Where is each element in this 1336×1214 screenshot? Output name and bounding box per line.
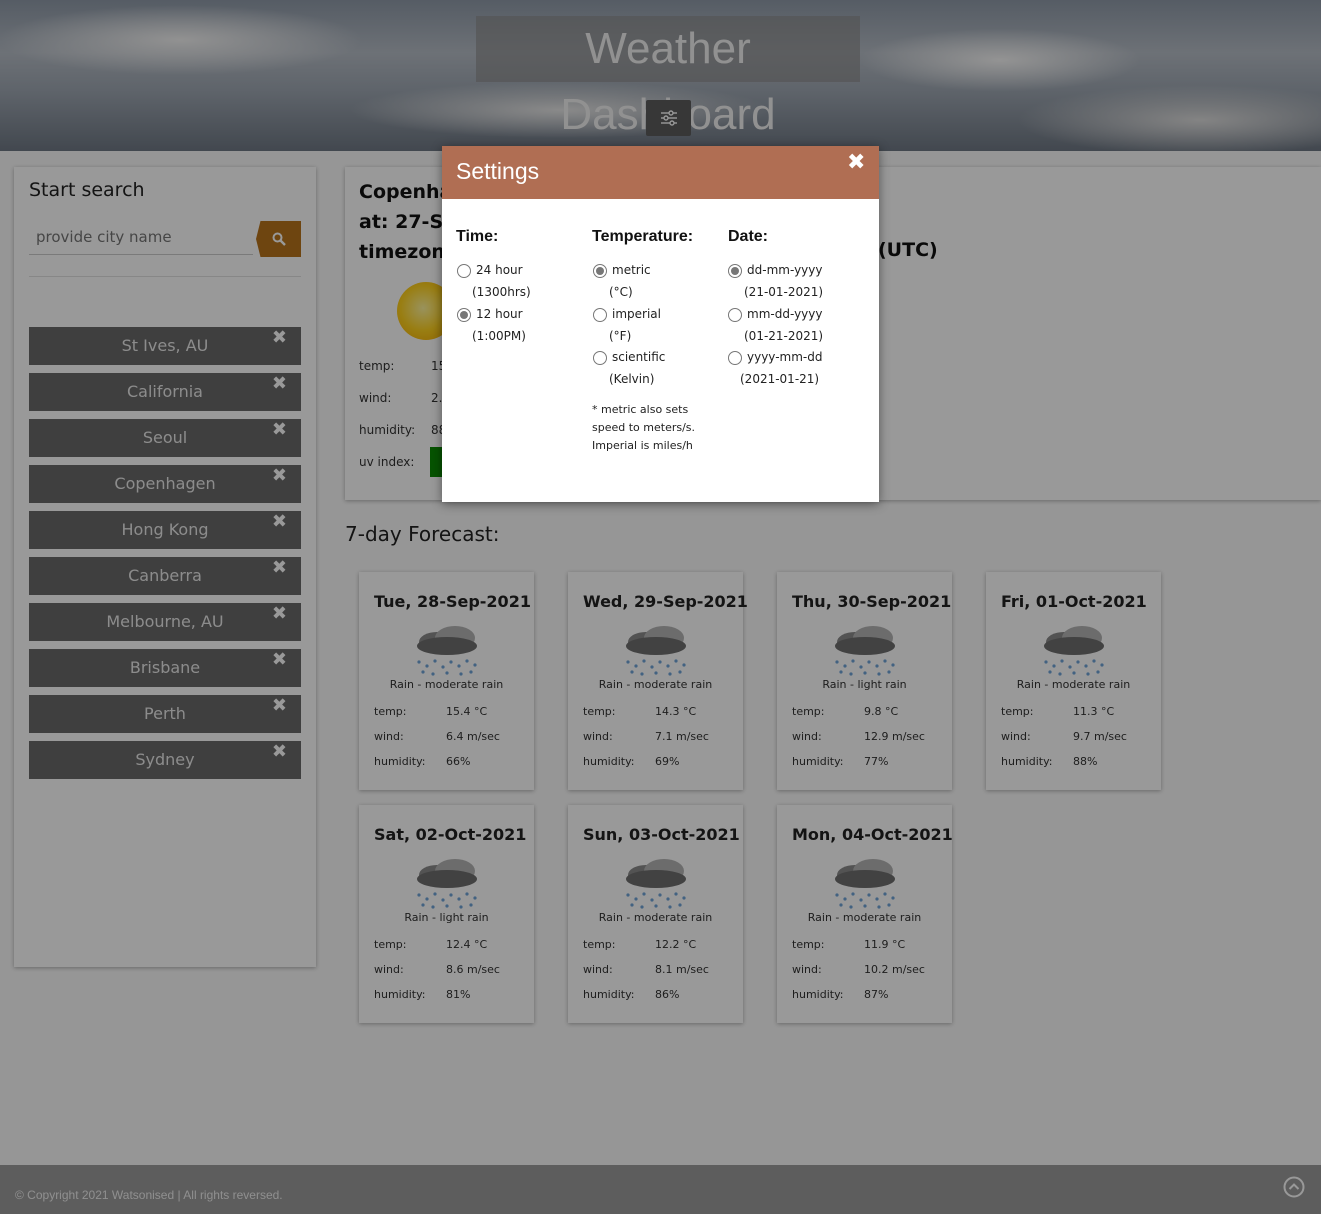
time-24h-label: 24 hour [476,263,523,277]
radio-temp-metric[interactable] [593,264,607,278]
radio-time-12h[interactable] [457,308,471,322]
time-12h-label: 12 hour [476,307,523,321]
radio-date-mdy[interactable] [728,308,742,322]
radio-temp-scientific[interactable] [593,351,607,365]
modal-title: Settings [456,158,540,184]
temp-imperial-unit: (°F) [609,329,632,343]
date-dmy-example: (21-01-2021) [744,285,824,299]
temp-scientific-unit: (Kelvin) [609,372,655,386]
radio-time-24h[interactable] [457,264,471,278]
date-ymd-label: yyyy-mm-dd [747,350,823,364]
temp-metric-label: metric [612,263,651,277]
temp-imperial-label: imperial [612,307,661,321]
date-ymd-example: (2021-01-21) [740,372,820,386]
modal-header: Settings ✖ [442,146,879,199]
radio-date-dmy[interactable] [728,264,742,278]
temp-metric-unit: (°C) [609,285,633,299]
radio-date-ymd[interactable] [728,351,742,365]
date-dmy-label: dd-mm-yyyy [747,263,823,277]
units-note: * metric also sets speed to meters/s. Im… [592,403,696,452]
time-12h-example: (1:00PM) [472,329,526,343]
temp-scientific-label: scientific [612,350,666,364]
close-icon[interactable]: ✖ [847,150,865,175]
scroll-edge-shade [1321,0,1336,1214]
date-mdy-label: mm-dd-yyyy [747,307,823,321]
time-heading: Time: [456,228,499,245]
radio-temp-imperial[interactable] [593,308,607,322]
time-24h-example: (1300hrs) [472,285,531,299]
date-heading: Date: [728,228,769,245]
temperature-heading: Temperature: [592,228,694,245]
settings-modal: Settings ✖ Time: 24 hour (1300hrs) 12 ho… [442,146,879,502]
date-mdy-example: (01-21-2021) [744,329,824,343]
